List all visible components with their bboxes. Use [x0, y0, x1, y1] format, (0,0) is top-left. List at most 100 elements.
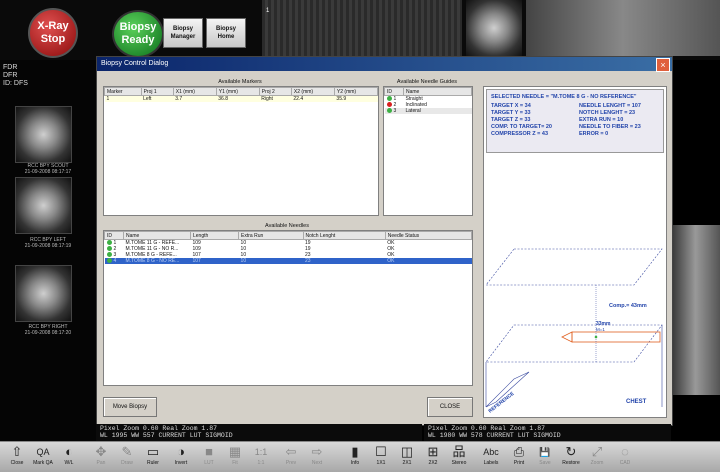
restore-tool-label: Restore: [562, 460, 580, 466]
column-header[interactable]: Name: [403, 87, 472, 96]
column-header[interactable]: Needle Status: [384, 231, 473, 240]
guides-header-row: ID Name: [384, 87, 472, 96]
column-header[interactable]: X2 (mm): [290, 87, 335, 96]
ruler-tool[interactable]: ▭ Ruler: [140, 444, 166, 470]
image-viewport-right[interactable]: [526, 0, 720, 56]
ruler-tool-label: Ruler: [147, 460, 159, 466]
needle-info-panel: SELECTED NEEDLE = "M.TOME 8 G - NO REFER…: [483, 86, 667, 418]
needles-table[interactable]: ID Name Length Extra Run Notch Lenght Ne…: [103, 230, 473, 386]
invert-tool[interactable]: ◑ Invert: [168, 444, 194, 470]
info-line: TARGET Z = 33: [491, 117, 531, 123]
thumbnail-label: RCC BPY LEFT 21-09-2008 08:17:19: [0, 237, 96, 249]
guide-id: 3: [393, 108, 397, 114]
list-item[interactable]: 3 Lateral: [384, 108, 472, 114]
lut-tool[interactable]: ■ LUT: [196, 444, 222, 470]
cad-tool[interactable]: ◌ CAD: [612, 444, 638, 470]
next-tool[interactable]: ⇨ Next: [304, 444, 330, 470]
column-header[interactable]: X1 (mm): [172, 87, 217, 96]
column-header[interactable]: Y2 (mm): [333, 87, 379, 96]
invert-tool-icon: ◑: [177, 444, 185, 459]
mark-qa-tool-label: Mark QA: [33, 460, 53, 466]
xray-stop-button[interactable]: X-Ray Stop: [28, 8, 78, 58]
column-header[interactable]: Y1 (mm): [215, 87, 260, 96]
needles-header-row: ID Name Length Extra Run Notch Lenght Ne…: [104, 231, 473, 240]
column-header[interactable]: Proj 1: [140, 87, 174, 96]
layout-2x2-tool[interactable]: ⊞ 2X2: [420, 444, 446, 470]
draw-tool[interactable]: ✎ Draw: [114, 444, 140, 470]
image-viewport-left[interactable]: [262, 0, 462, 56]
next-tool-icon: ⇨: [311, 444, 323, 459]
cell: Right: [261, 96, 273, 102]
biopsy-manager-button[interactable]: Biopsy Manager: [163, 18, 203, 48]
column-header[interactable]: ID: [104, 231, 124, 240]
cell: 36.8: [218, 96, 228, 102]
view-marker: 1: [266, 8, 270, 14]
stereo-tool-icon: 品: [452, 444, 466, 459]
lut-tool-label: LUT: [204, 460, 214, 466]
dialog-close-icon[interactable]: ×: [656, 58, 670, 72]
labels-tool[interactable]: Abc Labels: [478, 444, 504, 470]
column-header[interactable]: Marker: [104, 87, 142, 96]
prev-tool[interactable]: ⇦ Prev: [278, 444, 304, 470]
dialog-title: Biopsy Control Dialog: [97, 57, 672, 71]
close-tool[interactable]: ⇧ Close: [4, 444, 30, 470]
window-level-tool-label: W/L: [64, 460, 74, 466]
column-header[interactable]: Name: [123, 231, 191, 240]
biopsy-ready-button[interactable]: Biopsy Ready: [112, 10, 164, 58]
column-header[interactable]: Notch Lenght: [302, 231, 386, 240]
fit-tool-icon: ▦: [228, 444, 242, 459]
markers-header-row: Marker Proj 1 X1 (mm) Y1 (mm) Proj 2 X2 …: [104, 87, 379, 96]
thumbnail-label-line: 21-09-2008 08:17:19: [24, 243, 72, 249]
selected-needle-text: SELECTED NEEDLE = "M.TOME 8 G - NO REFER…: [491, 94, 637, 100]
cell: M.TOME 8 G - NO RE...: [123, 258, 191, 264]
one-to-one-tool-icon: 1:1: [254, 447, 268, 457]
table-row[interactable]: 1 Left 3.7 36.8 Right 22.4 35.9: [104, 95, 378, 102]
save-tool-icon: 💾: [539, 447, 551, 457]
stereo-tool[interactable]: 品 Stereo: [446, 444, 472, 470]
layout-2x1-tool[interactable]: ◫ 2X1: [394, 444, 420, 470]
thumbnail-scout[interactable]: [15, 106, 72, 163]
needle-guides-table[interactable]: ID Name 1 Straight 2 Inclinated 3 Lateral: [383, 86, 473, 216]
cell: 107: [190, 258, 239, 264]
needle-info-box: SELECTED NEEDLE = "M.TOME 8 G - NO REFER…: [486, 89, 664, 153]
column-header[interactable]: ID: [384, 87, 404, 96]
column-header[interactable]: Length: [189, 231, 240, 240]
restore-tool[interactable]: ↻ Restore: [558, 444, 584, 470]
needle-position-diagram: Comp.= 43mm 33mm M=1 CHEST REFERENCE: [485, 248, 663, 415]
table-row-selected[interactable]: 4 M.TOME 8 G - NO RE... 107 10 23 OK: [104, 258, 472, 264]
markers-table[interactable]: Marker Proj 1 X1 (mm) Y1 (mm) Proj 2 X2 …: [103, 86, 379, 216]
diagram-comp-label: Comp.= 43mm: [609, 303, 647, 309]
save-tool[interactable]: 💾 Save: [532, 444, 558, 470]
biopsy-control-dialog: Biopsy Control Dialog × Available Marker…: [96, 56, 673, 426]
status-dot-icon: [106, 246, 112, 252]
info-line: ERROR = 0: [579, 131, 609, 137]
thumbnail-right[interactable]: [15, 265, 72, 322]
layout-1x1-tool-label: 1X1: [376, 460, 386, 466]
draw-tool-icon: ✎: [121, 444, 133, 459]
info-line: DFR: [3, 72, 18, 79]
fit-tool[interactable]: ▦ Fit: [222, 444, 248, 470]
column-header[interactable]: Proj 2: [258, 87, 292, 96]
close-button[interactable]: CLOSE: [427, 397, 473, 417]
window-level-tool[interactable]: ◐ W/L: [56, 444, 82, 470]
print-tool[interactable]: ⎙ Print: [506, 444, 532, 470]
info-line: NEEDLE TO FIBER = 23: [579, 124, 641, 130]
pan-tool[interactable]: ✥ Pan: [88, 444, 114, 470]
biopsy-home-button[interactable]: Biopsy Home: [206, 18, 246, 48]
move-biopsy-button[interactable]: Move Biopsy: [103, 397, 157, 417]
cell: 3.7: [175, 96, 183, 102]
layout-1x1-tool[interactable]: ☐ 1X1: [368, 444, 394, 470]
zoom-tool[interactable]: ⤢ Zoom: [584, 444, 610, 470]
one-to-one-tool[interactable]: 1:1 1:1: [248, 444, 274, 470]
info-line: TARGET X = 34: [491, 103, 531, 109]
cell: Left: [143, 96, 152, 102]
info-tool[interactable]: ▮ Info: [342, 444, 368, 470]
column-header[interactable]: Extra Run: [238, 231, 304, 240]
zoom-info-left: Pixel Zoom 0.60 Real Zoom 1.87 WL 1995 W…: [96, 424, 422, 441]
mark-qa-tool[interactable]: QA Mark QA: [30, 444, 56, 470]
invert-tool-label: Invert: [174, 460, 188, 466]
layout-2x1-tool-label: 2X1: [402, 460, 412, 466]
info-line: NEEDLE LENGHT = 107: [579, 103, 641, 109]
thumbnail-left[interactable]: [15, 177, 72, 234]
draw-tool-label: Draw: [121, 460, 133, 466]
